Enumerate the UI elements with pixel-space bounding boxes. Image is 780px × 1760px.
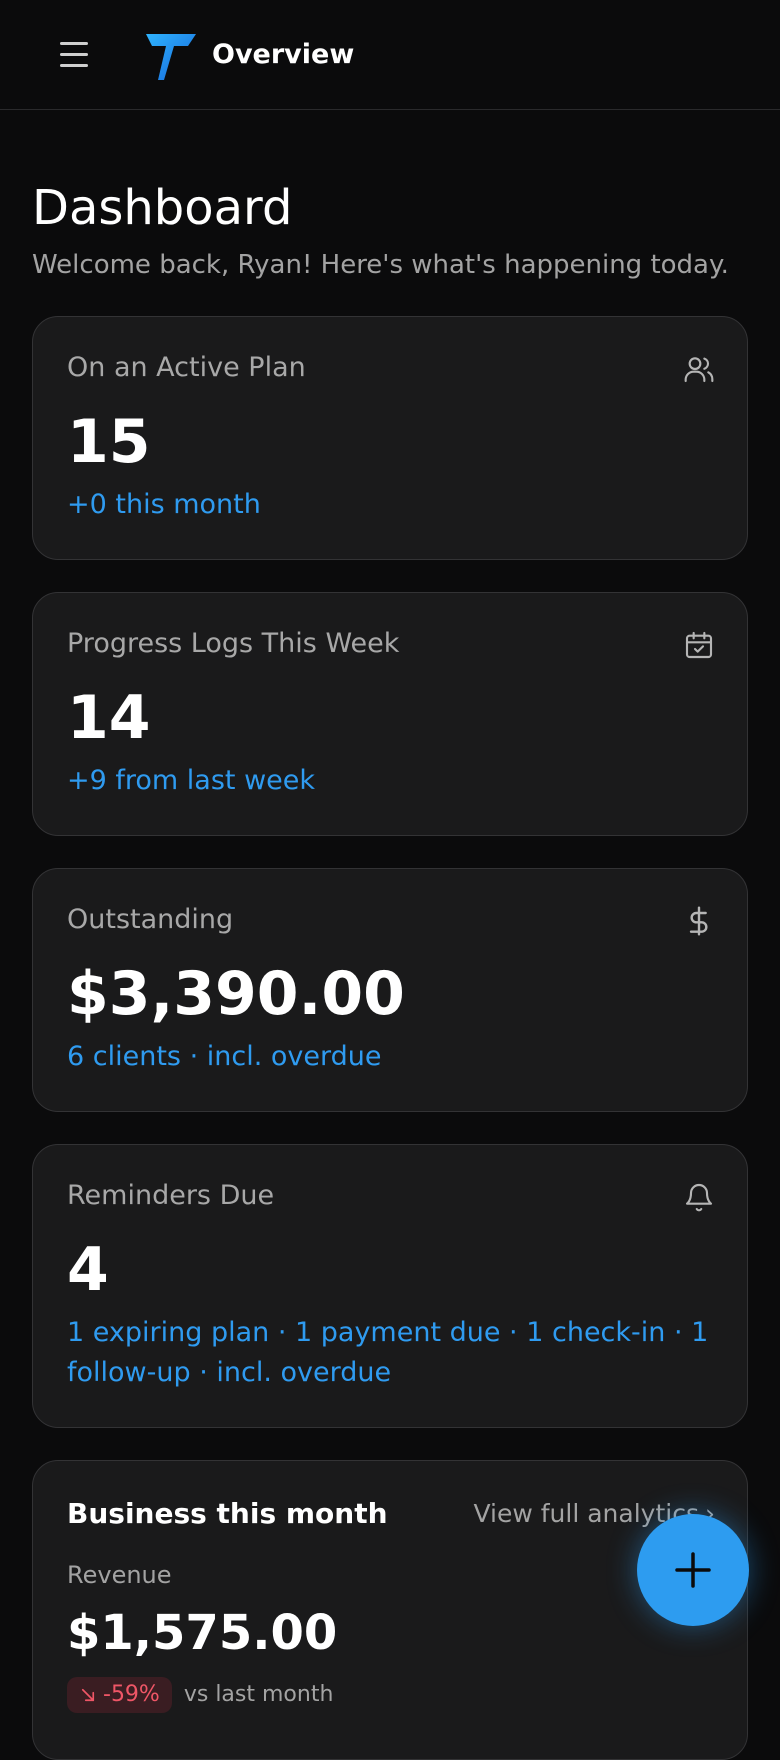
revenue-change-row: -59% vs last month	[67, 1675, 333, 1715]
topbar-title: Overview	[212, 39, 355, 70]
top-app-bar: Overview	[0, 0, 780, 110]
users-icon	[684, 357, 714, 383]
reminders-card[interactable]: Reminders Due 4 1 expiring plan · 1 paym…	[32, 1144, 748, 1428]
menu-icon-line	[60, 64, 88, 67]
outstanding-card[interactable]: Outstanding $3,390.00 6 clients · incl. …	[32, 868, 748, 1112]
revenue-label: Revenue	[67, 1561, 172, 1589]
change-note: vs last month	[183, 1682, 334, 1707]
revenue-value: $1,575.00	[67, 1605, 338, 1661]
menu-icon-line	[60, 42, 88, 45]
bell-icon	[685, 1184, 713, 1212]
change-badge: -59%	[67, 1677, 172, 1713]
card-value: 14	[67, 683, 151, 753]
card-value: 15	[67, 407, 151, 477]
card-note: 6 clients · incl. overdue	[67, 1041, 382, 1072]
menu-button[interactable]	[58, 40, 92, 72]
page-subtitle: Welcome back, Ryan! Here's what's happen…	[32, 250, 729, 280]
progress-logs-card[interactable]: Progress Logs This Week 14 +9 from last …	[32, 592, 748, 836]
business-title: Business this month	[67, 1497, 388, 1530]
add-fab-button[interactable]	[637, 1514, 749, 1626]
card-value: 4	[67, 1235, 109, 1305]
card-label: Progress Logs This Week	[67, 628, 400, 659]
business-summary-card: Business this month View full analytics ›…	[32, 1460, 748, 1760]
page-title: Dashboard	[32, 180, 293, 236]
plus-icon	[675, 1552, 711, 1588]
change-value: -59%	[103, 1682, 160, 1707]
menu-icon-line	[60, 53, 88, 56]
card-note: +9 from last week	[67, 765, 316, 796]
card-value: $3,390.00	[67, 959, 405, 1029]
card-note: 1 expiring plan · 1 payment due · 1 chec…	[67, 1317, 709, 1388]
card-label: Reminders Due	[67, 1180, 275, 1211]
card-note: +0 this month	[67, 489, 261, 520]
calendar-check-icon	[685, 631, 713, 659]
card-label: Outstanding	[67, 904, 234, 935]
active-plan-card[interactable]: On an Active Plan 15 +0 this month	[32, 316, 748, 560]
dollar-icon	[689, 906, 708, 936]
card-label: On an Active Plan	[67, 352, 306, 383]
brand-logo-icon	[146, 34, 196, 80]
trend-down-icon	[81, 1688, 95, 1702]
